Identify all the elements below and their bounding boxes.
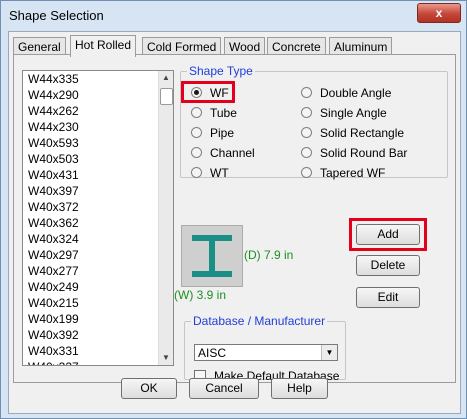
add-button[interactable]: Add	[356, 224, 420, 245]
radio-circle-icon[interactable]	[301, 127, 312, 138]
scroll-down-arrow-icon[interactable]: ▼	[159, 351, 173, 365]
delete-button[interactable]: Delete	[356, 255, 420, 276]
shape-list-item[interactable]: W40x327	[23, 359, 173, 365]
radio-circle-icon[interactable]	[301, 167, 312, 178]
shape-list-item[interactable]: W40x397	[23, 183, 173, 199]
shape-list-item[interactable]: W40x331	[23, 343, 173, 359]
radio-circle-icon[interactable]	[301, 87, 312, 98]
scroll-thumb[interactable]	[160, 88, 173, 105]
shape-list-item[interactable]: W40x372	[23, 199, 173, 215]
radio-label: Single Angle	[320, 106, 387, 120]
shape-list-item[interactable]: W44x262	[23, 103, 173, 119]
tab-hot-rolled[interactable]: Hot Rolled	[70, 35, 137, 57]
depth-dimension-label: (D) 7.9 in	[244, 248, 294, 262]
radio-label: Pipe	[210, 126, 235, 140]
scroll-up-arrow-icon[interactable]: ▲	[159, 71, 173, 85]
radio-circle-icon[interactable]	[191, 127, 202, 138]
shape-list-item[interactable]: W40x503	[23, 151, 173, 167]
shape-list[interactable]: W44x335 W44x290 W44x262 W44x230 W40x593 W40x5…	[22, 70, 174, 366]
dialog-client-area: General Hot Rolled Cold Formed Wood Conc…	[8, 31, 461, 414]
shape-list-item[interactable]: W40x249	[23, 279, 173, 295]
database-select[interactable]: AISC ▼	[194, 344, 338, 361]
shape-list-item[interactable]: W40x431	[23, 167, 173, 183]
shape-list-item[interactable]: W40x277	[23, 263, 173, 279]
title-bar[interactable]: Shape Selection x	[1, 1, 466, 31]
width-dimension-label: (W) 3.9 in	[174, 288, 227, 302]
shape-type-legend: Shape Type	[187, 64, 255, 78]
radio-label: Double Angle	[320, 86, 392, 100]
wf-highlight-box	[181, 81, 235, 103]
edit-button[interactable]: Edit	[356, 287, 420, 308]
shape-list-item[interactable]: W44x230	[23, 119, 173, 135]
dialog-window: Shape Selection x General Hot Rolled Col…	[0, 0, 467, 419]
ok-button[interactable]: OK	[121, 378, 177, 399]
radio-circle-icon[interactable]	[191, 147, 202, 158]
close-icon: x	[435, 6, 443, 20]
help-button[interactable]: Help	[271, 378, 328, 399]
shape-preview	[181, 225, 243, 287]
shape-list-item[interactable]: W40x392	[23, 327, 173, 343]
shape-list-item[interactable]: W40x324	[23, 231, 173, 247]
list-scrollbar[interactable]: ▲ ▼	[158, 71, 173, 365]
radio-label: Solid Round Bar	[320, 146, 408, 160]
database-selected-value: AISC	[198, 346, 227, 360]
dialog-title: Shape Selection	[9, 8, 104, 23]
shape-list-item[interactable]: W40x199	[23, 311, 173, 327]
chevron-down-icon: ▼	[321, 345, 337, 360]
cancel-button[interactable]: Cancel	[189, 378, 259, 399]
shape-list-item[interactable]: W40x362	[23, 215, 173, 231]
radio-label: Tapered WF	[320, 166, 386, 180]
radio-circle-icon[interactable]	[301, 107, 312, 118]
shape-list-item[interactable]: W44x335	[23, 71, 173, 87]
close-button[interactable]: x	[417, 3, 461, 23]
wide-flange-beam-icon	[192, 235, 232, 277]
radio-circle-icon[interactable]	[191, 167, 202, 178]
radio-circle-icon[interactable]	[301, 147, 312, 158]
shape-list-item[interactable]: W40x593	[23, 135, 173, 151]
hot-rolled-panel: W44x335 W44x290 W44x262 W44x230 W40x593 W40x5…	[13, 54, 456, 383]
shape-list-item[interactable]: W40x297	[23, 247, 173, 263]
radio-label: Channel	[210, 146, 255, 160]
radio-circle-icon[interactable]	[191, 107, 202, 118]
shape-list-item[interactable]: W44x290	[23, 87, 173, 103]
radio-label: WT	[210, 166, 229, 180]
shape-list-item[interactable]: W40x215	[23, 295, 173, 311]
radio-label: Solid Rectangle	[320, 126, 405, 140]
database-legend: Database / Manufacturer	[191, 314, 328, 328]
radio-label: Tube	[210, 106, 237, 120]
